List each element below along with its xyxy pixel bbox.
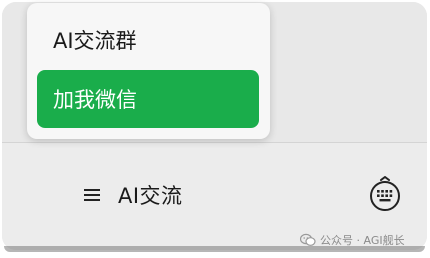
wechat-icon <box>300 233 316 246</box>
watermark-text: 公众号 · AGI舰长 <box>320 234 405 247</box>
popup-menu: AI交流群 加我微信 <box>27 3 270 139</box>
hamburger-icon <box>84 188 100 202</box>
popup-item-label: AI交流群 <box>53 29 137 53</box>
menu-label: AI交流 <box>118 184 183 208</box>
ai-menu-button[interactable]: AI交流 <box>84 178 183 212</box>
popup-item-label: 加我微信 <box>53 88 137 112</box>
keyboard-icon <box>370 176 400 211</box>
keyboard-button[interactable] <box>367 176 403 212</box>
popup-item-ai-group[interactable]: AI交流群 <box>37 11 259 69</box>
watermark: 公众号 · AGI舰长 <box>300 231 405 249</box>
popup-item-add-wechat[interactable]: 加我微信 <box>37 70 259 128</box>
